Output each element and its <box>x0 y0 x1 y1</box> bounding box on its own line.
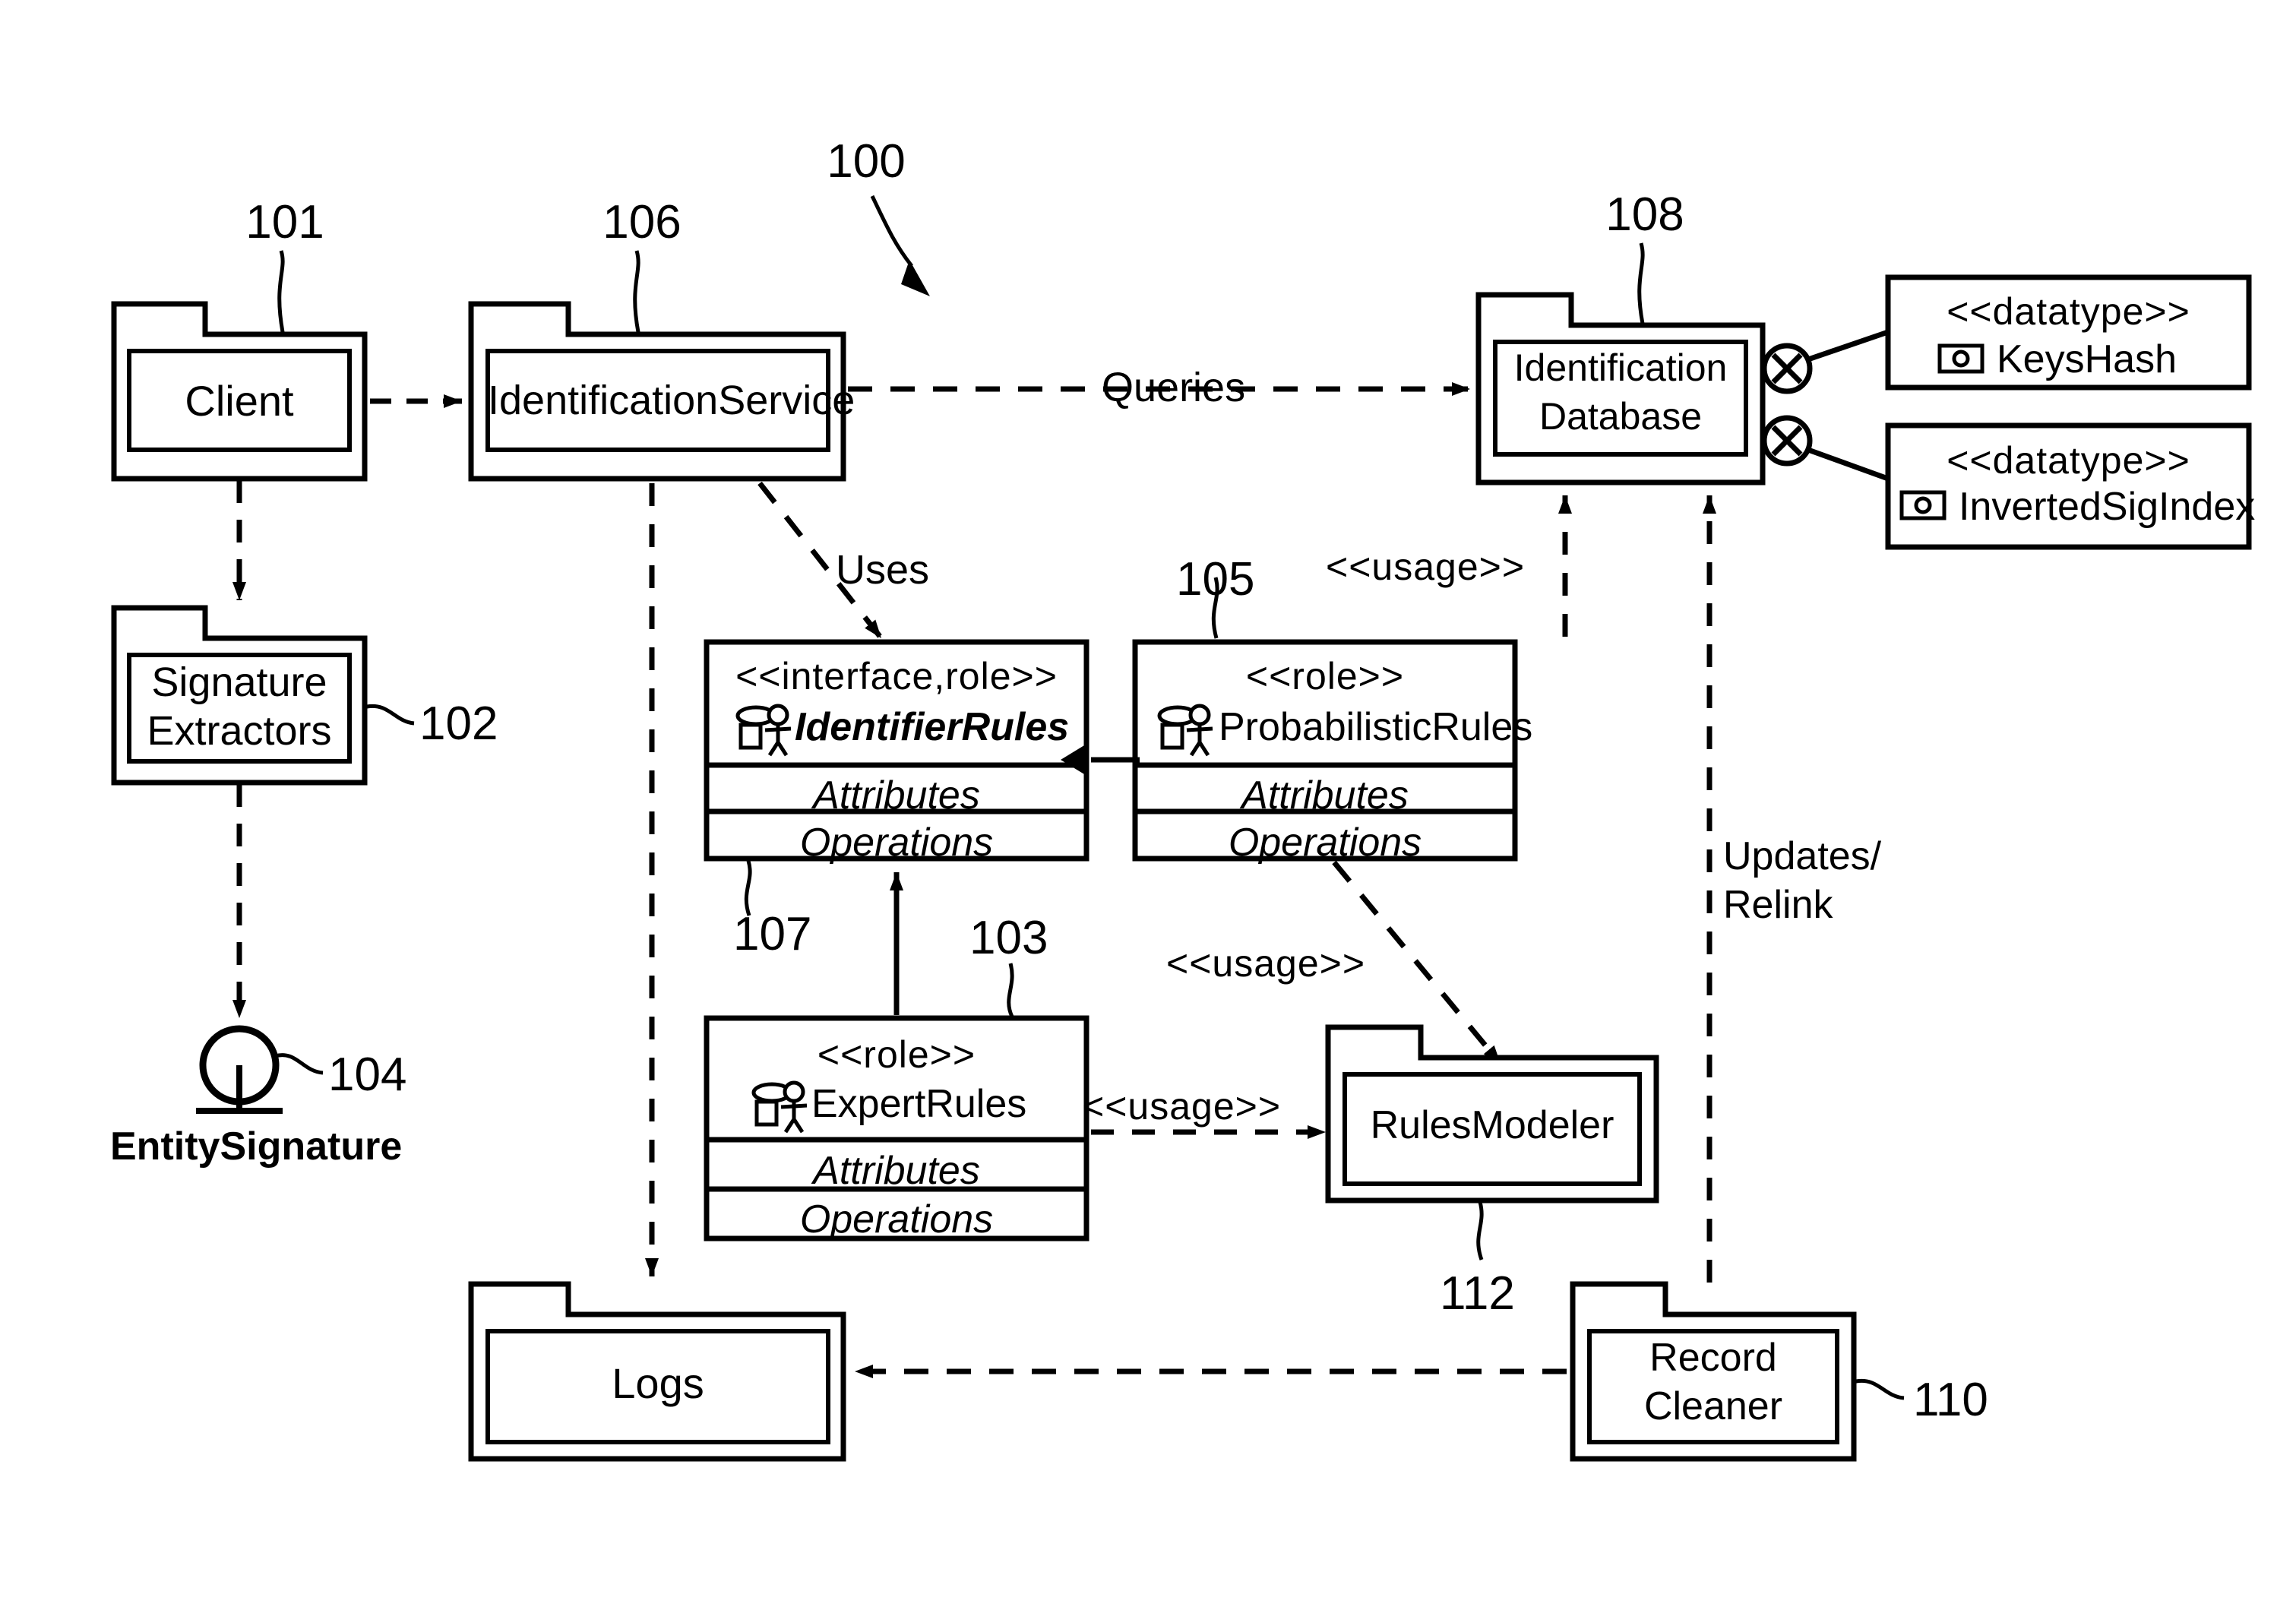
edge-label-usage-rules-modeler: <<usage>> <box>1166 942 1366 985</box>
package-label-record-cleaner-line1: Record <box>1649 1336 1777 1380</box>
edge-label-usage-expert-rules: <<usage>> <box>1082 1085 1282 1128</box>
package-label-record-cleaner-line2: Cleaner <box>1643 1384 1783 1428</box>
ref-numeral-record-cleaner: 110 <box>1913 1374 1988 1426</box>
ref-numeral-rules-modeler: 112 <box>1440 1267 1515 1320</box>
edge-label-updates-relink-line1: Updates/ <box>1723 834 1882 878</box>
edge-label-updates-relink-line2: Relink <box>1723 883 1833 927</box>
package-label-logs: Logs <box>612 1359 704 1407</box>
ref-numeral-expert-rules: 103 <box>969 912 1048 964</box>
uml-package-diagram: 100 101 Client 102 Signature Extractors … <box>0 0 2296 1610</box>
role-actor-icon-expert-rules <box>751 1080 808 1134</box>
package-label-rules-modeler: RulesModeler <box>1370 1103 1614 1147</box>
